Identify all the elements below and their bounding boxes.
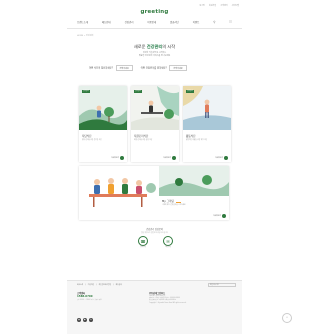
query-row: 어떤 식단이 필요하세요? 선택하세요 어떤 건강관리를 원하세요? 선택하세요 xyxy=(89,65,187,71)
main-nav: 브랜드소개 메뉴안내 건강관리 이용안내 맞춤식단 이벤트 ⚲ ☷ xyxy=(77,20,232,24)
program-card-1[interactable]: 건강관리 저당식단 혈당 관리를 위한 건강한 식단 자세히보기 xyxy=(79,86,127,162)
contact-chat[interactable]: ✉ 채팅상담 xyxy=(163,236,173,248)
card-1-more[interactable]: 자세히보기 xyxy=(111,157,119,159)
nav-item-event[interactable]: 이벤트 xyxy=(193,20,200,24)
breadcrumb: HOME > 건강관리 xyxy=(77,35,94,37)
nav-item-health[interactable]: 건강관리 xyxy=(125,20,134,24)
family-site-select[interactable]: 패밀리사이트 xyxy=(208,283,236,287)
card-3-tag: 건강관리 xyxy=(186,90,194,93)
footer-company-line: Copyright © Hyundai Green Food. All righ… xyxy=(149,302,187,304)
contact-title: 건강관리 상담문의 xyxy=(146,228,163,231)
footer-link-partner[interactable]: 제휴문의 xyxy=(116,284,122,286)
nav-item-custom[interactable]: 맞춤식단 xyxy=(170,20,179,24)
contact-desc: 전문 영양사가 친절하게 상담해 드립니다 xyxy=(141,233,168,234)
nav-item-brand[interactable]: 브랜드소개 xyxy=(77,20,88,24)
footer-cs-phone[interactable]: 1588-0700 xyxy=(77,295,93,298)
blog-icon[interactable]: b xyxy=(89,318,93,322)
footer-company-title: (주)현대그린푸드 xyxy=(149,292,166,295)
footer-links: 회사소개 | 이용약관 | 개인정보처리방침 | 제휴문의 xyxy=(77,284,122,286)
footer-link-company[interactable]: 회사소개 xyxy=(77,284,83,286)
card-2-title: 저칼로리식단 xyxy=(134,135,149,138)
my-greeting-more[interactable]: 자세히보기 xyxy=(213,215,221,217)
chat-icon[interactable]: ✉ xyxy=(163,236,173,246)
card-2-tag: 건강관리 xyxy=(134,90,142,93)
util-link-sitemap[interactable]: 사이트맵 xyxy=(232,4,239,7)
footer-cs-hours: 평일 09:00 ~ 18:00 (주말, 공휴일 휴무) xyxy=(77,300,102,301)
card-1-desc: 혈당 관리를 위한 건강한 식단 xyxy=(82,140,102,141)
new-badge: NEW xyxy=(175,202,182,203)
query-2-label: 어떤 건강관리를 원하세요? xyxy=(140,66,167,70)
youtube-icon[interactable]: ▶ xyxy=(83,318,87,322)
footer-link-terms[interactable]: 이용약관 xyxy=(88,284,94,286)
page-title: 새로운 건강관리의 시작 xyxy=(67,44,242,50)
card-2-illustration xyxy=(131,86,179,130)
util-link-login[interactable]: 로그인 xyxy=(199,4,205,7)
arrow-right-icon[interactable] xyxy=(224,156,228,160)
card-2-more[interactable]: 자세히보기 xyxy=(163,157,171,159)
query-2-select[interactable]: 선택하세요 xyxy=(169,65,187,71)
footer-link-privacy[interactable]: 개인정보처리방침 xyxy=(99,284,111,286)
card-1-illustration xyxy=(79,86,127,130)
my-greeting-title: My 그리팅 xyxy=(162,200,174,203)
card-1-title: 저당식단 xyxy=(82,135,92,138)
query-1-label: 어떤 식단이 필요하세요? xyxy=(89,66,113,70)
my-greeting-card[interactable]: My 그리팅 NEW 나에게 맞는 건강관리를 시작하세요 자세히보기 xyxy=(79,166,229,220)
my-greeting-banner-art xyxy=(159,166,229,196)
card-3-illustration xyxy=(183,86,231,130)
contact-phone[interactable]: ☎ 전화상담 xyxy=(138,236,148,248)
footer-company-info: 서울특별시 강남구 테헤란로 대표이사 : 박홍진 사업자등록번호 : 000-… xyxy=(149,296,239,305)
card-1-tag: 건강관리 xyxy=(82,90,90,93)
arrow-right-icon[interactable] xyxy=(120,156,124,160)
util-link-cs[interactable]: 고객센터 xyxy=(220,4,227,7)
contact-phone-label: 전화상담 xyxy=(140,247,146,248)
card-2-desc: 체중 관리를 위한 균형 식단 xyxy=(134,140,153,141)
program-card-3[interactable]: 건강관리 활동식단 활동적인 생활을 위한 영양 식단 자세히보기 xyxy=(183,86,231,162)
nav-item-menu[interactable]: 메뉴안내 xyxy=(102,20,111,24)
card-3-more[interactable]: 자세히보기 xyxy=(215,157,223,159)
my-greeting-title-wrap: My 그리팅 NEW xyxy=(162,199,182,203)
page: 로그인 회원가입 고객센터 사이트맵 greeting 브랜드소개 메뉴안내 건… xyxy=(67,0,242,334)
family-meal-illustration xyxy=(79,166,159,220)
my-greeting-desc: 나에게 맞는 건강관리를 시작하세요 xyxy=(162,205,186,206)
page-title-pre: 새로운 xyxy=(133,44,146,49)
program-card-2[interactable]: 건강관리 저칼로리식단 체중 관리를 위한 균형 식단 자세히보기 xyxy=(131,86,179,162)
search-icon[interactable]: ⚲ xyxy=(213,20,215,24)
page-title-emphasis: 건강관리 xyxy=(146,44,163,49)
header-divider xyxy=(67,28,242,29)
footer-sns: ◉ ▶ b xyxy=(77,318,93,322)
contact-chat-label: 채팅상담 xyxy=(165,247,171,248)
brand-logo[interactable]: greeting xyxy=(67,9,242,15)
query-1-select[interactable]: 선택하세요 xyxy=(115,65,133,71)
contact-section: 건강관리 상담문의 전문 영양사가 친절하게 상담해 드립니다 xyxy=(67,227,242,234)
page-subtitle: 건강한 식습관으로 시작하는 맞춤형 건강관리 서비스를 만나보세요 xyxy=(67,52,242,58)
util-links: 로그인 회원가입 고객센터 사이트맵 xyxy=(199,4,239,7)
arrow-right-icon[interactable] xyxy=(172,156,176,160)
cart-icon[interactable]: ☷ xyxy=(229,20,232,24)
phone-icon[interactable]: ☎ xyxy=(138,236,148,246)
nav-item-guide[interactable]: 이용안내 xyxy=(147,20,156,24)
arrow-right-icon[interactable] xyxy=(222,214,226,218)
scroll-top-button[interactable]: ⌃ xyxy=(282,313,292,323)
subtitle-line-2: 맞춤형 건강관리 서비스를 만나보세요 xyxy=(138,55,171,57)
card-3-desc: 활동적인 생활을 위한 영양 식단 xyxy=(186,140,208,141)
card-3-title: 활동식단 xyxy=(186,135,196,138)
page-title-post: 의 시작 xyxy=(162,44,176,49)
instagram-icon[interactable]: ◉ xyxy=(77,318,81,322)
footer: 회사소개 | 이용약관 | 개인정보처리방침 | 제휴문의 패밀리사이트 고객센터 1… xyxy=(67,280,242,334)
util-link-join[interactable]: 회원가입 xyxy=(209,4,216,7)
